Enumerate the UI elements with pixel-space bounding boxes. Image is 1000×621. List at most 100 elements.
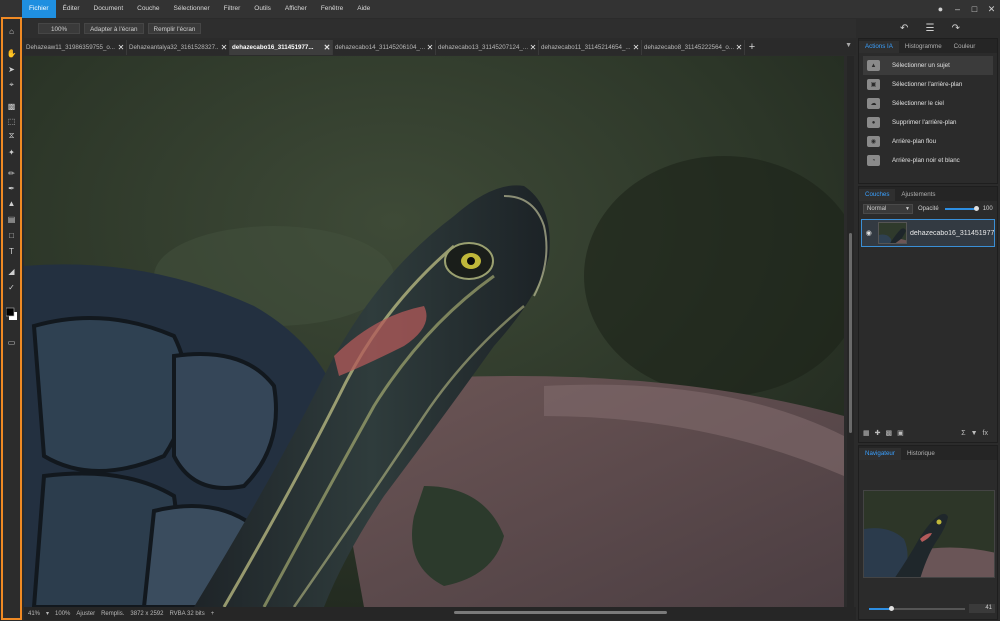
tab-couches[interactable]: Couches: [859, 189, 896, 201]
undo-icon[interactable]: ↶: [900, 23, 908, 34]
ai-select-sky[interactable]: ☁ Sélectionner le ciel: [863, 94, 993, 113]
hand-icon[interactable]: ✋: [3, 46, 20, 60]
quickmask-icon[interactable]: ▭: [3, 335, 20, 349]
crop-icon[interactable]: ⌖: [3, 78, 20, 92]
close-icon[interactable]: ✕: [528, 43, 538, 52]
navigator-preview[interactable]: [863, 490, 995, 578]
fit-link[interactable]: Ajuster: [76, 611, 95, 617]
clone-icon[interactable]: ▩: [3, 99, 20, 113]
ai-select-background[interactable]: ▣ Sélectionner l'arrière-plan: [863, 75, 993, 94]
fill-icon[interactable]: ▲: [3, 196, 20, 210]
menu-couche[interactable]: Couche: [130, 0, 166, 18]
menu-filtrer[interactable]: Filtrer: [217, 0, 248, 18]
tab-actions-ia[interactable]: Actions IA: [859, 41, 899, 53]
background-icon: ▣: [867, 79, 880, 90]
close-icon[interactable]: ✕: [631, 43, 641, 52]
menu-afficher[interactable]: Afficher: [278, 0, 314, 18]
menu-fenetre[interactable]: Fenêtre: [314, 0, 350, 18]
ai-item-label: Supprimer l'arrière-plan: [892, 119, 957, 126]
marquee-icon[interactable]: ⬚: [3, 114, 20, 128]
account-icon[interactable]: ●: [932, 0, 949, 18]
arrow-icon[interactable]: ➤: [3, 62, 20, 76]
brush-icon[interactable]: ✒: [3, 181, 20, 195]
opacity-slider[interactable]: [944, 206, 979, 211]
add-layer-icon[interactable]: ✚: [875, 429, 881, 437]
zoom-slider-knob[interactable]: [889, 606, 894, 611]
menu-aide[interactable]: Aide: [350, 0, 377, 18]
navigator-zoom-slider[interactable]: [869, 606, 965, 611]
tab-ajustements[interactable]: Ajustements: [895, 189, 941, 201]
ai-bw-background[interactable]: ◔ Arrière-plan noir et blanc: [863, 151, 993, 170]
blend-mode-select[interactable]: Normal ▼: [863, 204, 913, 214]
horizontal-scroll-thumb[interactable]: [454, 611, 667, 614]
menu-outils[interactable]: Outils: [247, 0, 278, 18]
navigator-panel: Navigateur Historique 41: [858, 445, 998, 620]
doc-tab[interactable]: dehazecabo11_31145214654_... ✕: [539, 40, 642, 55]
menu-selectionner[interactable]: Sélectionner: [167, 0, 217, 18]
effects-icon[interactable]: fx: [983, 430, 988, 437]
add-icon[interactable]: +: [211, 611, 215, 617]
ai-select-subject[interactable]: ▲ Sélectionner un sujet: [863, 56, 993, 75]
magic-wand-icon[interactable]: ✦: [3, 145, 20, 159]
group-layer-icon[interactable]: ▩: [886, 429, 893, 437]
eyedropper-icon[interactable]: ✏: [3, 166, 20, 180]
doc-tab[interactable]: Dehazeaw11_31986359755_o... ✕: [24, 40, 127, 55]
lasso-icon[interactable]: ⧖: [3, 129, 20, 143]
vertical-scrollbar[interactable]: [847, 56, 854, 607]
doc-tab-active[interactable]: dehazecabo16_311451977... ✕: [230, 40, 333, 55]
trash-icon[interactable]: ▼: [971, 430, 978, 437]
mask-icon[interactable]: ▣: [897, 429, 904, 437]
opacity-value[interactable]: 100: [983, 206, 993, 212]
close-icon[interactable]: ✕: [116, 43, 126, 52]
close-icon[interactable]: ✕: [983, 0, 1000, 18]
doc-tab[interactable]: dehazecabo14_31145206104_... ✕: [333, 40, 436, 55]
menu-fichier[interactable]: Fichier: [22, 0, 56, 18]
tab-historique[interactable]: Historique: [901, 448, 941, 460]
zoom-100-button[interactable]: 100%: [38, 23, 81, 34]
text-icon[interactable]: T: [3, 244, 20, 258]
tab-couleur[interactable]: Couleur: [948, 41, 982, 53]
fill-link[interactable]: Remplis.: [101, 611, 124, 617]
layer-row[interactable]: ◉ dehazecabo16_311451977...: [861, 219, 995, 247]
zoom-readout[interactable]: 41%: [28, 611, 40, 617]
maximize-icon[interactable]: □: [966, 0, 983, 18]
ai-remove-background[interactable]: ● Supprimer l'arrière-plan: [863, 113, 993, 132]
color-swatch-icon[interactable]: [3, 307, 20, 321]
close-icon[interactable]: ✕: [734, 43, 744, 52]
chevron-down-icon[interactable]: ▾: [46, 610, 49, 617]
tab-histogramme[interactable]: Histogramme: [899, 41, 948, 53]
fill-screen-button[interactable]: Remplir l'écran: [147, 23, 202, 34]
eraser-icon[interactable]: ◢: [3, 264, 20, 278]
menu-editer[interactable]: Éditer: [56, 0, 87, 18]
add-tab-icon[interactable]: +: [745, 40, 759, 55]
tabs-dropdown-icon[interactable]: ▼: [845, 42, 852, 49]
close-icon[interactable]: ✕: [322, 43, 332, 52]
layer-footer-toolbar: ▦ ✚ ▩ ▣ Σ ▼ fx: [859, 428, 997, 438]
rectangle-icon[interactable]: □: [3, 228, 20, 242]
menu-icon[interactable]: ☰: [926, 23, 935, 34]
close-icon[interactable]: ✕: [425, 43, 435, 52]
vertical-scroll-thumb[interactable]: [849, 233, 852, 433]
context-toolbar: 100% Adapter à l'écran Remplir l'écran: [24, 19, 856, 38]
tab-navigateur[interactable]: Navigateur: [859, 448, 901, 460]
sum-icon[interactable]: Σ: [961, 430, 965, 437]
zoom-100-link[interactable]: 100%: [55, 611, 70, 617]
visibility-eye-icon[interactable]: ◉: [862, 229, 876, 237]
minimize-icon[interactable]: –: [949, 0, 966, 18]
menu-document[interactable]: Document: [87, 0, 131, 18]
home-icon[interactable]: ⌂: [3, 24, 20, 38]
ai-blur-background[interactable]: ◉ Arrière-plan flou: [863, 132, 993, 151]
sky-icon: ☁: [867, 98, 880, 109]
document-canvas[interactable]: [24, 56, 844, 607]
doc-tab[interactable]: Dehazeantalya32_3161528327... ✕: [127, 40, 230, 55]
layer-settings-icon[interactable]: ▦: [863, 429, 870, 437]
gradient-icon[interactable]: ▤: [3, 212, 20, 226]
redo-icon[interactable]: ↷: [952, 23, 960, 34]
doc-tab[interactable]: dehazecabo8_31145222564_o... ✕: [642, 40, 745, 55]
navigator-zoom-value[interactable]: 41: [969, 604, 995, 613]
doc-tab[interactable]: dehazecabo13_31145207124_... ✕: [436, 40, 539, 55]
fit-screen-button[interactable]: Adapter à l'écran: [84, 23, 144, 34]
pen-icon[interactable]: ✓: [3, 280, 20, 294]
opacity-knob[interactable]: [973, 206, 979, 211]
close-icon[interactable]: ✕: [219, 43, 229, 52]
